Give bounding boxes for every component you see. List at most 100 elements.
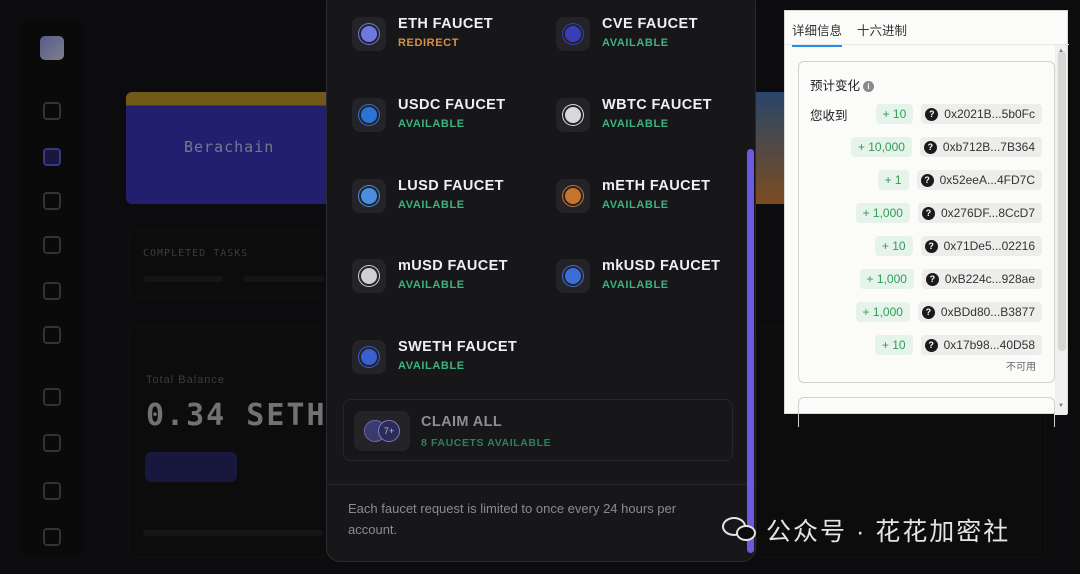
lusd-icon bbox=[352, 179, 386, 213]
faucet-status: AVAILABLE bbox=[602, 279, 669, 291]
faucet-text: LUSD FAUCET AVAILABLE bbox=[398, 177, 504, 211]
unknown-token-icon: ? bbox=[920, 173, 934, 187]
token-address-text: 0xb712B...7B364 bbox=[942, 140, 1035, 154]
faucet-status: AVAILABLE bbox=[398, 360, 465, 372]
tab-hex[interactable]: 十六进制 bbox=[857, 20, 907, 39]
receive-row: + 1 ? 0x52eeA...4FD7C bbox=[877, 169, 1042, 191]
nav-icon-active[interactable] bbox=[43, 148, 61, 166]
token-address[interactable]: ? 0x71De5...02216 bbox=[920, 236, 1042, 256]
estimated-changes-panel: 预计变化 i 您收到 + 10? 0x2021B...5b0Fc + 10,000? 0… bbox=[798, 61, 1055, 383]
token-amount: + 10 bbox=[875, 104, 914, 124]
faucet-text: SWETH FAUCET AVAILABLE bbox=[398, 338, 517, 372]
eth-icon bbox=[352, 17, 386, 51]
app-logo bbox=[40, 36, 64, 60]
banner-image-right bbox=[754, 92, 788, 204]
faucet-item[interactable]: SWETH FAUCET AVAILABLE bbox=[352, 338, 552, 382]
faucet-item[interactable]: LUSD FAUCET AVAILABLE bbox=[352, 177, 552, 221]
coin-icon bbox=[565, 188, 581, 204]
balance-action-button[interactable] bbox=[145, 452, 237, 482]
token-amount: + 10,000 bbox=[850, 137, 912, 157]
coin-icon bbox=[565, 26, 581, 42]
faucet-item[interactable]: mUSD FAUCET AVAILABLE bbox=[352, 257, 552, 301]
modal-scrollbar[interactable] bbox=[747, 149, 754, 553]
token-address[interactable]: ? 0x17b98...40D58 bbox=[920, 335, 1042, 355]
coin-icon bbox=[565, 107, 581, 123]
faucet-item[interactable]: mETH FAUCET AVAILABLE bbox=[556, 177, 755, 221]
receive-label: 您收到 bbox=[810, 109, 848, 123]
faucet-status: AVAILABLE bbox=[602, 118, 669, 130]
token-address[interactable]: ? 0x276DF...8CcD7 bbox=[917, 203, 1042, 223]
placeholder-bar bbox=[143, 530, 323, 536]
receive-row: + 10? 0x2021B...5b0Fc bbox=[875, 103, 1042, 125]
token-address-text: 0x2021B...5b0Fc bbox=[944, 107, 1035, 121]
unknown-token-icon: ? bbox=[921, 206, 935, 220]
scroll-down-icon[interactable]: ▼ bbox=[1058, 403, 1064, 409]
info-icon[interactable]: i bbox=[863, 81, 875, 92]
wallet-scrollbar-thumb[interactable] bbox=[1058, 51, 1066, 351]
nav-icon[interactable] bbox=[43, 388, 61, 406]
placeholder-bar bbox=[244, 276, 324, 282]
unknown-token-icon: ? bbox=[925, 107, 939, 121]
token-address[interactable]: ? 0xBDd80...B3877 bbox=[917, 302, 1042, 322]
token-address[interactable]: ? 0x2021B...5b0Fc bbox=[921, 104, 1042, 124]
nav-icon[interactable] bbox=[43, 102, 61, 120]
faucet-text: WBTC FAUCET AVAILABLE bbox=[602, 96, 712, 130]
faucet-item[interactable]: WBTC FAUCET AVAILABLE bbox=[556, 96, 755, 140]
faucet-text: mkUSD FAUCET AVAILABLE bbox=[602, 257, 720, 291]
receive-row: + 1,000? 0xBDd80...B3877 bbox=[855, 301, 1042, 323]
nav-icon[interactable] bbox=[43, 434, 61, 452]
banner-text: Berachain bbox=[184, 138, 275, 156]
nav-icon[interactable] bbox=[43, 282, 61, 300]
next-panel bbox=[798, 397, 1055, 427]
faucet-name: LUSD FAUCET bbox=[398, 178, 504, 194]
usdc-icon bbox=[352, 98, 386, 132]
scroll-up-icon[interactable]: ▲ bbox=[1058, 48, 1064, 54]
nav-icon[interactable] bbox=[43, 236, 61, 254]
token-address[interactable]: ? 0xB224c...928ae bbox=[921, 269, 1042, 289]
unknown-token-icon: ? bbox=[924, 338, 938, 352]
claim-all-button[interactable]: 7+ CLAIM ALL 8 FAUCETS AVAILABLE bbox=[343, 399, 733, 461]
faucet-name: WBTC FAUCET bbox=[602, 97, 712, 113]
faucet-item[interactable]: USDC FAUCET AVAILABLE bbox=[352, 96, 552, 140]
receive-row: + 1,000 ? 0x276DF...8CcD7 bbox=[855, 202, 1042, 224]
musd-icon bbox=[352, 259, 386, 293]
estimated-changes-label: 预计变化 bbox=[810, 79, 861, 93]
wechat-icon bbox=[722, 515, 758, 545]
receive-row: + 10? 0x71De5...02216 bbox=[874, 235, 1042, 257]
faucet-text: mUSD FAUCET AVAILABLE bbox=[398, 257, 508, 291]
nav-icon[interactable] bbox=[43, 192, 61, 210]
faucet-item[interactable]: CVE FAUCET AVAILABLE bbox=[556, 15, 755, 59]
claim-all-subtitle: 8 FAUCETS AVAILABLE bbox=[421, 437, 552, 449]
completed-tasks-label: COMPLETED TASKS bbox=[143, 248, 249, 259]
receive-row: + 1,000? 0xB224c...928ae bbox=[859, 268, 1042, 290]
faucet-text: mETH FAUCET AVAILABLE bbox=[602, 177, 710, 211]
token-address-text: 0x17b98...40D58 bbox=[943, 338, 1035, 352]
tab-details[interactable]: 详细信息 bbox=[792, 20, 843, 47]
token-amount: + 1,000 bbox=[855, 203, 910, 223]
token-address-text: 0xB224c...928ae bbox=[944, 272, 1035, 286]
balance-value: 0.34 SETH bbox=[146, 398, 327, 433]
nav-icon[interactable] bbox=[43, 482, 61, 500]
token-address-text: 0xBDd80...B3877 bbox=[940, 305, 1035, 319]
nav-icon[interactable] bbox=[43, 326, 61, 344]
faucet-name: USDC FAUCET bbox=[398, 97, 506, 113]
plus-coins-icon: 7+ bbox=[378, 420, 400, 442]
token-address[interactable]: ? 0xb712B...7B364 bbox=[919, 137, 1042, 157]
faucet-item[interactable]: ETH FAUCET REDIRECT bbox=[352, 15, 552, 59]
completed-tasks-card bbox=[128, 230, 328, 298]
faucet-item[interactable]: mkUSD FAUCET AVAILABLE bbox=[556, 257, 755, 301]
faucet-name: SWETH FAUCET bbox=[398, 339, 518, 355]
faucet-text: USDC FAUCET AVAILABLE bbox=[398, 96, 506, 130]
token-address[interactable]: ? 0x52eeA...4FD7C bbox=[916, 170, 1042, 190]
faucet-name: CVE FAUCET bbox=[602, 16, 698, 32]
faucet-modal: ETH FAUCET REDIRECT CVE FAUCET AVAILABLE USD… bbox=[326, 0, 756, 562]
faucet-status: AVAILABLE bbox=[398, 199, 465, 211]
token-amount: + 1 bbox=[877, 170, 909, 190]
divider bbox=[327, 484, 755, 485]
unavailable-label: 不可用 bbox=[1006, 362, 1036, 373]
watermark: 公众号 · 花花加密社 bbox=[722, 512, 1010, 548]
nav-icon[interactable] bbox=[43, 528, 61, 546]
sweth-icon bbox=[352, 340, 386, 374]
faucet-status: AVAILABLE bbox=[398, 279, 465, 291]
faucet-name: mUSD FAUCET bbox=[398, 258, 508, 274]
